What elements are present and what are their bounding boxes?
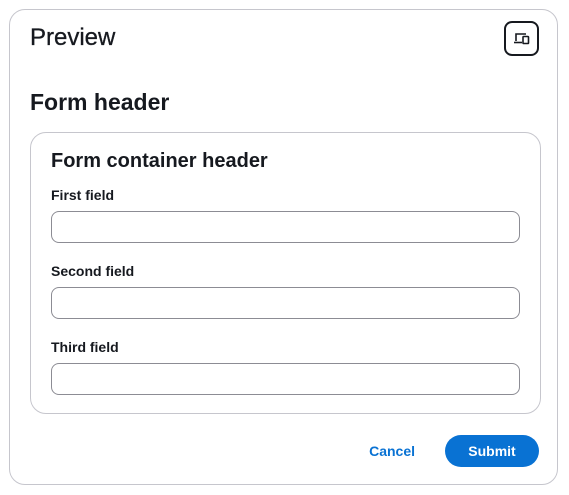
third-field: Third field: [51, 337, 520, 395]
preview-mode-icon: [513, 32, 530, 46]
cancel-button[interactable]: Cancel: [349, 435, 435, 467]
first-field-input[interactable]: [51, 211, 520, 243]
third-field-input[interactable]: [51, 363, 520, 395]
first-field-label: First field: [51, 187, 115, 203]
second-field-input[interactable]: [51, 287, 520, 319]
form-actions: Cancel Submit: [349, 435, 539, 467]
third-field-label: Third field: [51, 339, 119, 355]
first-field: First field: [51, 185, 520, 243]
form-header: Form header: [30, 89, 170, 115]
submit-button[interactable]: Submit: [445, 435, 539, 467]
preview-mode-button[interactable]: [504, 21, 539, 56]
panel-title: Preview: [30, 24, 116, 51]
second-field: Second field: [51, 261, 520, 319]
preview-panel: Preview Form header Form container heade…: [9, 9, 558, 485]
form-container: Form container header First field Second…: [30, 132, 541, 414]
form-container-header: Form container header: [51, 150, 268, 172]
second-field-label: Second field: [51, 263, 135, 279]
